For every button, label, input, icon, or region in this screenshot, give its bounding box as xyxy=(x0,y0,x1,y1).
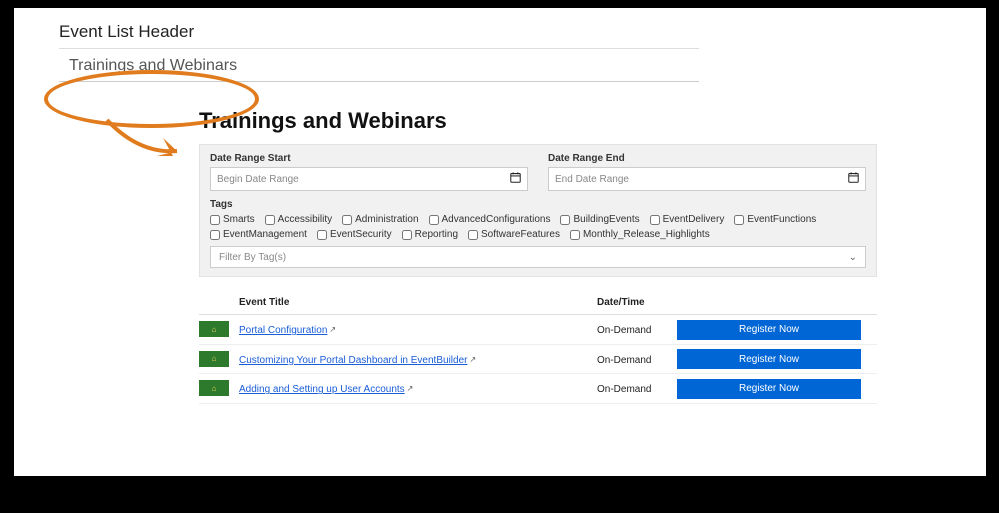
tag-label: EventManagement xyxy=(223,229,307,240)
tag-label: EventDelivery xyxy=(663,214,725,225)
tag-label: Accessibility xyxy=(278,214,332,225)
tag-checkbox[interactable] xyxy=(265,215,275,225)
tag-checkbox[interactable] xyxy=(402,230,412,240)
event-datetime: On-Demand xyxy=(597,384,651,395)
tag-option-reporting[interactable]: Reporting xyxy=(402,229,458,240)
date-start-label: Date Range Start xyxy=(210,153,528,164)
tag-checkbox[interactable] xyxy=(342,215,352,225)
table-row: ⌂ Customizing Your Portal Dashboard in Ev… xyxy=(199,345,877,375)
tag-option-administration[interactable]: Administration xyxy=(342,214,418,225)
date-start-input[interactable] xyxy=(217,174,510,185)
event-title-link[interactable]: Customizing Your Portal Dashboard in Eve… xyxy=(239,355,467,366)
tag-label: Reporting xyxy=(415,229,458,240)
table-row: ⌂ Adding and Setting up User Accounts↗ On-… xyxy=(199,374,877,403)
external-link-icon: ↗ xyxy=(329,325,336,334)
table-row: ⌂ Portal Configuration↗ On-Demand Register … xyxy=(199,315,877,345)
annotation-arrow xyxy=(99,106,209,166)
tag-label: BuildingEvents xyxy=(573,214,639,225)
tag-checkbox[interactable] xyxy=(570,230,580,240)
col-title-header: Event Title xyxy=(235,297,597,308)
header-value-field[interactable]: Trainings and Webinars xyxy=(14,49,986,81)
register-now-button[interactable]: Register Now xyxy=(677,379,861,399)
tag-label: EventSecurity xyxy=(330,229,392,240)
tag-checkbox[interactable] xyxy=(429,215,439,225)
tag-option-eventfunctions[interactable]: EventFunctions xyxy=(734,214,816,225)
event-title-link[interactable]: Adding and Setting up User Accounts xyxy=(239,384,405,395)
event-thumbnail: ⌂ xyxy=(199,321,229,337)
tag-label: Monthly_Release_Highlights xyxy=(583,229,710,240)
register-now-button[interactable]: Register Now xyxy=(677,320,861,340)
tag-checkbox[interactable] xyxy=(210,230,220,240)
event-title-link[interactable]: Portal Configuration xyxy=(239,325,327,336)
tag-option-softwarefeatures[interactable]: SoftwareFeatures xyxy=(468,229,560,240)
col-thumb-header xyxy=(199,297,235,308)
filter-panel: Date Range Start Date Range End xyxy=(199,144,877,277)
event-thumbnail: ⌂ xyxy=(199,380,229,396)
tag-checkbox[interactable] xyxy=(560,215,570,225)
event-thumbnail: ⌂ xyxy=(199,351,229,367)
tag-option-advancedconfigurations[interactable]: AdvancedConfigurations xyxy=(429,214,551,225)
tag-option-smarts[interactable]: Smarts xyxy=(210,214,255,225)
calendar-icon[interactable] xyxy=(848,172,859,186)
external-link-icon: ↗ xyxy=(469,355,476,364)
event-datetime: On-Demand xyxy=(597,355,651,366)
filter-select-placeholder: Filter By Tag(s) xyxy=(219,252,286,263)
tag-checkbox[interactable] xyxy=(210,215,220,225)
tag-option-accessibility[interactable]: Accessibility xyxy=(265,214,332,225)
tag-label: EventFunctions xyxy=(747,214,816,225)
calendar-icon[interactable] xyxy=(510,172,521,186)
tags-label: Tags xyxy=(210,199,866,210)
tag-checkbox[interactable] xyxy=(650,215,660,225)
tag-label: AdvancedConfigurations xyxy=(442,214,551,225)
divider xyxy=(59,81,699,82)
tag-checkbox[interactable] xyxy=(468,230,478,240)
date-end-label: Date Range End xyxy=(548,153,866,164)
event-datetime: On-Demand xyxy=(597,325,651,336)
col-datetime-header: Date/Time xyxy=(597,297,677,308)
tag-label: Smarts xyxy=(223,214,255,225)
tag-option-eventsecurity[interactable]: EventSecurity xyxy=(317,229,392,240)
tag-checkbox[interactable] xyxy=(734,215,744,225)
chevron-down-icon: ⌄ xyxy=(849,252,857,263)
page-title: Trainings and Webinars xyxy=(199,108,877,134)
tag-option-monthly_release_highlights[interactable]: Monthly_Release_Highlights xyxy=(570,229,710,240)
filter-tag-select[interactable]: Filter By Tag(s) ⌄ xyxy=(210,246,866,268)
tag-label: SoftwareFeatures xyxy=(481,229,560,240)
col-action-header xyxy=(677,297,863,308)
tag-label: Administration xyxy=(355,214,418,225)
register-now-button[interactable]: Register Now xyxy=(677,349,861,369)
external-link-icon: ↗ xyxy=(407,384,414,393)
date-end-input[interactable] xyxy=(555,174,848,185)
tag-option-eventdelivery[interactable]: EventDelivery xyxy=(650,214,725,225)
tag-checkbox[interactable] xyxy=(317,230,327,240)
date-start-input-wrap[interactable] xyxy=(210,167,528,191)
tag-option-buildingevents[interactable]: BuildingEvents xyxy=(560,214,639,225)
page-header-label: Event List Header xyxy=(59,22,986,42)
date-end-input-wrap[interactable] xyxy=(548,167,866,191)
tag-option-eventmanagement[interactable]: EventManagement xyxy=(210,229,307,240)
